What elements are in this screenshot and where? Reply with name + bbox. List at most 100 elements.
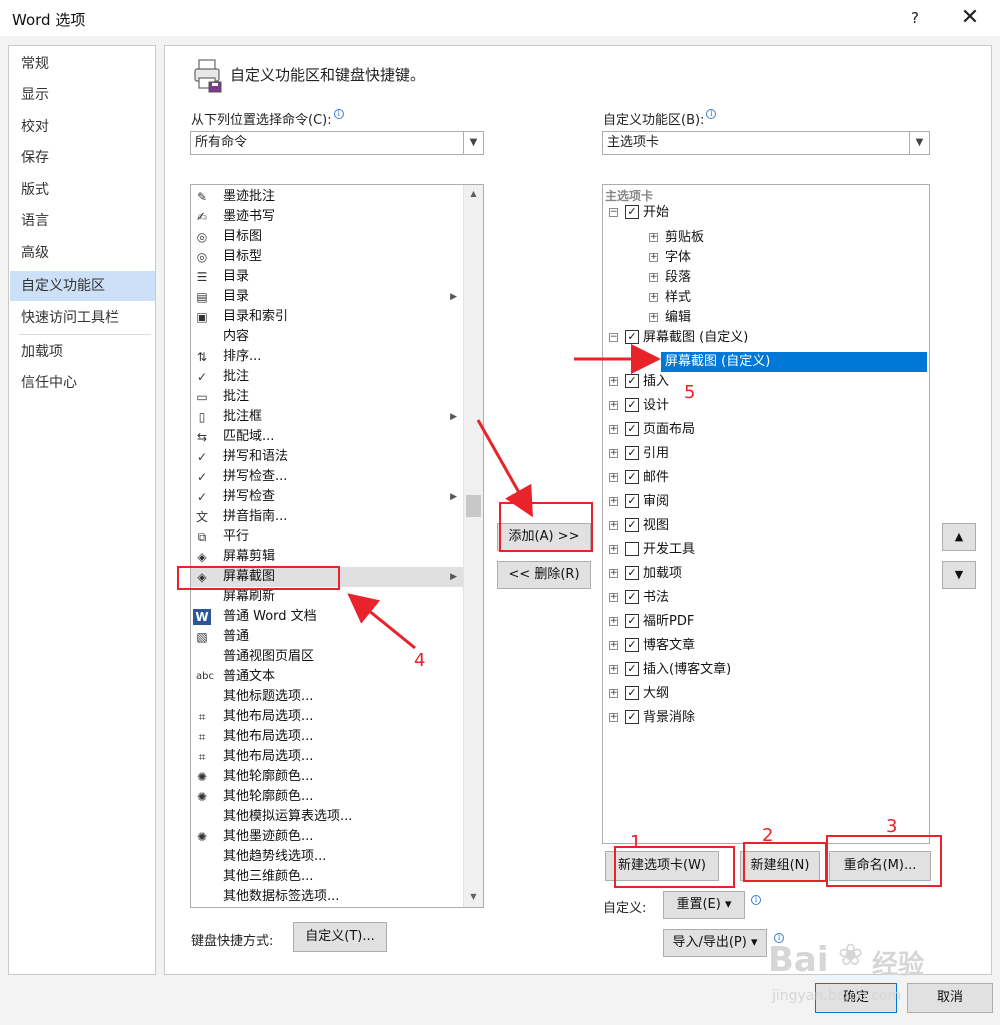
tab-checkbox[interactable]: ✓	[625, 662, 639, 676]
expand-icon[interactable]: +	[609, 545, 618, 554]
ribbon-tree-node[interactable]: + ✓ 博客文章	[603, 636, 927, 656]
command-item[interactable]: ✍ 墨迹书写	[191, 207, 463, 227]
ribbon-tree-node[interactable]: + 编辑	[603, 308, 927, 328]
tab-checkbox[interactable]: ✓	[625, 398, 639, 412]
command-item[interactable]: ✺ 其他轮廓颜色...	[191, 767, 463, 787]
command-item[interactable]: ✓ 拼写和语法	[191, 447, 463, 467]
ribbon-tree-node[interactable]: + ✓ 加载项	[603, 564, 927, 584]
ribbon-tree-node[interactable]: + 样式	[603, 288, 927, 308]
command-item[interactable]: 其他三维颜色...	[191, 867, 463, 887]
ribbon-tree-node[interactable]: + 段落	[603, 268, 927, 288]
expand-icon[interactable]: +	[649, 293, 658, 302]
command-item[interactable]: ▣ 目录和索引	[191, 307, 463, 327]
nav-item[interactable]: 显示	[10, 80, 155, 110]
nav-item[interactable]: 高级	[10, 238, 155, 268]
ribbon-tree-node[interactable]: − ✓ 开始	[603, 203, 927, 223]
command-item[interactable]: ◎ 目标型	[191, 247, 463, 267]
nav-item[interactable]: 信任中心	[10, 368, 155, 398]
move-down-button[interactable]: ▼	[942, 561, 976, 589]
nav-item[interactable]: 自定义功能区	[10, 271, 155, 301]
command-item[interactable]: 其他趋势线选项...	[191, 847, 463, 867]
tab-checkbox[interactable]: ✓	[625, 638, 639, 652]
ribbon-tree-node[interactable]: + ✓ 背景消除	[603, 708, 927, 728]
ribbon-tree-node[interactable]: + ✓ 插入	[603, 372, 927, 392]
tab-checkbox[interactable]: ✓	[625, 686, 639, 700]
cancel-button[interactable]: 取消	[907, 983, 993, 1013]
command-item[interactable]: 其他数据标签选项...	[191, 887, 463, 907]
tab-checkbox[interactable]: ✓	[625, 614, 639, 628]
expand-icon[interactable]: +	[609, 569, 618, 578]
ribbon-tree-node[interactable]: + ✓ 书法	[603, 588, 927, 608]
tab-checkbox[interactable]: ✓	[625, 422, 639, 436]
expand-icon[interactable]: +	[609, 713, 618, 722]
command-item[interactable]: ▯ 批注框 ▶	[191, 407, 463, 427]
expand-icon[interactable]: +	[609, 449, 618, 458]
remove-button[interactable]: << 删除(R)	[497, 561, 591, 589]
expand-icon[interactable]: +	[609, 497, 618, 506]
ribbon-tree-node[interactable]: + ✓ 引用	[603, 444, 927, 464]
expand-icon[interactable]: +	[609, 641, 618, 650]
ribbon-tree-node[interactable]: + ✓ 设计	[603, 396, 927, 416]
nav-item[interactable]: 快速访问工具栏	[10, 303, 155, 333]
reset-button[interactable]: 重置(E) ▾	[663, 891, 745, 919]
ribbon-tree-node[interactable]: + ✓ 福昕PDF	[603, 612, 927, 632]
commands-list[interactable]: ▲ ▼ ✎ 墨迹批注 ✍ 墨迹书写 ◎ 目标图 ◎ 目标型 ☰ 目录 ▤ 目录 ▶ ▣ 目录和索引 内容 ⇅ 排序…	[190, 184, 484, 908]
command-item[interactable]: ☰ 目录	[191, 267, 463, 287]
command-item[interactable]: 内容	[191, 327, 463, 347]
expand-icon[interactable]: +	[609, 377, 618, 386]
nav-item[interactable]: 常规	[10, 49, 155, 79]
command-item[interactable]: ⌗ 其他布局选项...	[191, 727, 463, 747]
scroll-up-arrow-icon[interactable]: ▲	[464, 185, 483, 203]
command-item[interactable]: ▭ 批注	[191, 387, 463, 407]
import-export-button[interactable]: 导入/导出(P) ▾	[663, 929, 767, 957]
tab-checkbox[interactable]: ✓	[625, 470, 639, 484]
tab-checkbox[interactable]: ✓	[625, 374, 639, 388]
nav-item[interactable]: 校对	[10, 112, 155, 142]
expand-icon[interactable]: +	[649, 253, 658, 262]
command-item[interactable]: ◎ 目标图	[191, 227, 463, 247]
scroll-thumb[interactable]	[466, 494, 481, 517]
command-item[interactable]: 文 拼音指南...	[191, 507, 463, 527]
nav-item[interactable]: 语言	[10, 206, 155, 236]
ribbon-tree-node[interactable]: + ✓ 审阅	[603, 492, 927, 512]
nav-item[interactable]: 版式	[10, 175, 155, 205]
ribbon-tabs-select[interactable]: 主选项卡 ▼	[602, 131, 930, 155]
command-item[interactable]: ⇅ 排序...	[191, 347, 463, 367]
expand-icon[interactable]: +	[649, 273, 658, 282]
tab-checkbox[interactable]: ✓	[625, 446, 639, 460]
ribbon-tree-node[interactable]: 屏幕截图 (自定义)	[661, 352, 927, 372]
command-item[interactable]: ✺ 其他轮廓颜色...	[191, 787, 463, 807]
ribbon-tree-node[interactable]: − ✓ 屏幕截图 (自定义)	[603, 328, 927, 348]
expand-icon[interactable]: +	[649, 233, 658, 242]
expand-icon[interactable]: +	[609, 593, 618, 602]
tab-checkbox[interactable]: ✓	[625, 518, 639, 532]
commands-scrollbar[interactable]: ▲ ▼	[463, 185, 483, 907]
command-item[interactable]: ◈ 屏幕剪辑	[191, 547, 463, 567]
command-item[interactable]: ✺ 其他墨迹颜色...	[191, 827, 463, 847]
command-item[interactable]: ⧉ 平行	[191, 527, 463, 547]
nav-item[interactable]: 加载项	[10, 337, 155, 367]
command-item[interactable]: ✎ 墨迹批注	[191, 187, 463, 207]
expand-icon[interactable]: +	[609, 401, 618, 410]
command-item[interactable]: ✓ 批注	[191, 367, 463, 387]
chevron-down-icon[interactable]: ▼	[909, 132, 929, 154]
ribbon-tree-node[interactable]: + ✓ 插入(博客文章)	[603, 660, 927, 680]
command-item[interactable]: ✓ 拼写检查 ▶	[191, 487, 463, 507]
nav-item[interactable]: 保存	[10, 143, 155, 173]
keyboard-customize-button[interactable]: 自定义(T)...	[293, 922, 387, 952]
ribbon-tree-node[interactable]: + ✓ 邮件	[603, 468, 927, 488]
move-up-button[interactable]: ▲	[942, 523, 976, 551]
scroll-down-arrow-icon[interactable]: ▼	[464, 888, 483, 906]
tab-checkbox[interactable]: ✓	[625, 710, 639, 724]
help-button[interactable]: ?	[902, 6, 928, 30]
ribbon-tree-node[interactable]: + 开发工具	[603, 540, 927, 560]
tab-checkbox[interactable]: ✓	[625, 566, 639, 580]
command-item[interactable]: ▧ 普通	[191, 627, 463, 647]
tab-checkbox[interactable]: ✓	[625, 590, 639, 604]
command-item[interactable]: ⌗ 其他布局选项...	[191, 747, 463, 767]
collapse-icon[interactable]: −	[609, 333, 618, 342]
command-item[interactable]: W 普通 Word 文档	[191, 607, 463, 627]
ribbon-tree[interactable]: 主选项卡 − ✓ 开始 + 剪贴板 + 字体 + 段落 + 样式 + 编辑 − ✓ 屏幕截图 (自定义) 屏幕截…	[602, 184, 930, 844]
command-item[interactable]: ✓ 拼写检查...	[191, 467, 463, 487]
tab-checkbox[interactable]	[625, 542, 639, 556]
